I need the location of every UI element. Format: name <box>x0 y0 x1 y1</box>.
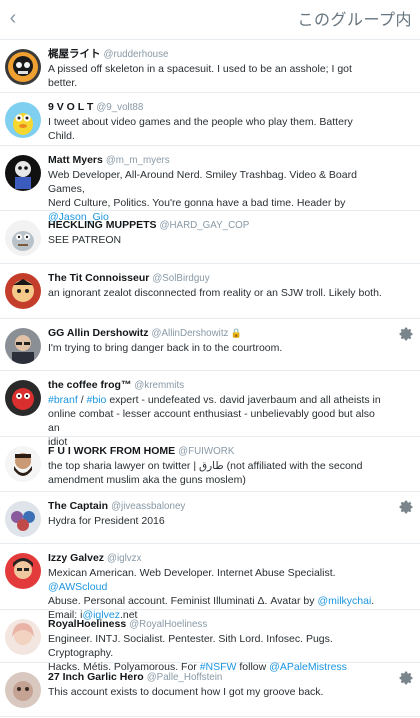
account-name[interactable]: F U I WORK FROM HOME <box>48 445 175 457</box>
account-name[interactable]: Matt Myers <box>48 154 103 166</box>
bio-line: Mexican American. Web Developer. Interne… <box>48 567 336 593</box>
account-handle[interactable]: @kremmits <box>134 380 184 391</box>
gear-icon[interactable] <box>398 670 414 686</box>
account-handle[interactable]: @AllinDershowitz <box>152 328 229 339</box>
bio-line: Abuse. Personal account. Feminist Illumi… <box>48 595 375 607</box>
account-bio: an ignorant zealot disconnected from rea… <box>48 286 382 300</box>
bio-line: #branf / #bio expert - undefeated vs. da… <box>48 394 381 406</box>
bio-line: I tweet about video games and the people… <box>48 116 353 142</box>
account-bio: SEE PATREON <box>48 233 382 247</box>
bio-link[interactable]: #branf <box>48 394 78 406</box>
list-item-solbirdguy[interactable]: The Tit Connoisseur @SolBirdguy an ignora… <box>0 264 420 319</box>
account-bio: the top sharia lawyer on twitter | طارق … <box>48 459 382 487</box>
avatar[interactable] <box>5 446 41 482</box>
list-item-m-m-myers[interactable]: Matt Myers @m_m_myers Web Developer, All-… <box>0 146 420 223</box>
list-item-allindershowitz[interactable]: GG Allin Dershowitz @AllinDershowitz 🔒 I'm… <box>0 319 420 371</box>
account-handle[interactable]: @FUIWORK <box>178 446 234 457</box>
list-item-fuiwork[interactable]: F U I WORK FROM HOME @FUIWORK the top sha… <box>0 437 420 492</box>
list-item-kremmits[interactable]: the coffee frog™ @kremmits #branf / #bio … <box>0 371 420 448</box>
bio-line: This account exists to document how I go… <box>48 686 324 698</box>
avatar[interactable] <box>5 672 41 708</box>
account-bio: I tweet about video games and the people… <box>48 115 382 143</box>
bio-line: Nerd Culture, Politics. You're gonna hav… <box>48 197 346 209</box>
avatar[interactable] <box>5 380 41 416</box>
bio-line: Engineer. INTJ. Socialist. Pentester. Si… <box>48 633 333 659</box>
header: ‹ このグループ内 <box>0 0 420 40</box>
list-item-jiveassbaloney[interactable]: The Captain @jiveassbaloney Hydra for Pre… <box>0 492 420 544</box>
bio-line: Web Developer, All-Around Nerd. Smiley T… <box>48 169 357 195</box>
account-name[interactable]: The Captain <box>48 500 108 512</box>
page-title: このグループ内 <box>297 12 412 29</box>
account-handle[interactable]: @iglvzx <box>107 553 141 564</box>
account-name[interactable]: Izzy Galvez <box>48 552 104 564</box>
gear-icon[interactable] <box>398 499 414 515</box>
gear-icon[interactable] <box>398 326 414 342</box>
avatar[interactable] <box>5 501 41 537</box>
account-handle[interactable]: @SolBirdguy <box>152 273 209 284</box>
account-handle[interactable]: @HARD_GAY_COP <box>160 220 250 231</box>
bio-link[interactable]: #bio <box>87 394 107 406</box>
list-item-iglvzx[interactable]: Izzy Galvez @iglvzx Mexican American. Web… <box>0 544 420 621</box>
bio-line: online combat - lesser account enthusias… <box>48 408 375 434</box>
account-name[interactable]: GG Allin Dershowitz <box>48 327 149 339</box>
bio-link[interactable]: @milkychai <box>317 595 371 607</box>
account-handle[interactable]: @rudderhouse <box>104 49 169 60</box>
avatar[interactable] <box>5 553 41 589</box>
avatar[interactable] <box>5 49 41 85</box>
account-bio: Hydra for President 2016 <box>48 514 382 528</box>
lock-icon: 🔒 <box>230 328 242 338</box>
account-name[interactable]: The Tit Connoisseur <box>48 272 149 284</box>
account-handle[interactable]: @Palle_Hoffstein <box>147 672 223 683</box>
list-item-rudderhouse[interactable]: 梶屋ライト @rudderhouse A pissed off skeleton … <box>0 40 420 93</box>
account-bio: I'm trying to bring danger back in to th… <box>48 341 382 355</box>
account-name[interactable]: RoyalHoeliness <box>48 618 126 630</box>
bio-line: an ignorant zealot disconnected from rea… <box>48 287 382 299</box>
list-item-royalhoeliness[interactable]: RoyalHoeliness @RoyalHoeliness Engineer. … <box>0 610 420 673</box>
account-bio: This account exists to document how I go… <box>48 685 382 699</box>
avatar[interactable] <box>5 155 41 191</box>
account-name[interactable]: 梶屋ライト <box>48 48 101 60</box>
avatar[interactable] <box>5 220 41 256</box>
avatar[interactable] <box>5 328 41 364</box>
list-item-palle-hoffstein[interactable]: 27 Inch Garlic Hero @Palle_Hoffstein This… <box>0 663 420 717</box>
list-item-hard-gay-cop[interactable]: HECKLING MUPPETS @HARD_GAY_COP SEE PATREO… <box>0 211 420 264</box>
account-name[interactable]: 27 Inch Garlic Hero <box>48 671 144 683</box>
bio-line: SEE PATREON <box>48 234 122 246</box>
account-handle[interactable]: @9_volt88 <box>96 102 143 113</box>
account-handle[interactable]: @jiveassbaloney <box>111 501 185 512</box>
account-bio: A pissed off skeleton in a spacesuit. I … <box>48 62 382 90</box>
avatar[interactable] <box>5 102 41 138</box>
avatar[interactable] <box>5 619 41 655</box>
account-name[interactable]: the coffee frog™ <box>48 379 131 391</box>
account-name[interactable]: 9 V O L T <box>48 101 93 113</box>
list-item-9volt[interactable]: 9 V O L T @9_volt88 I tweet about video g… <box>0 93 420 146</box>
bio-link[interactable]: @AWScloud <box>48 581 107 593</box>
avatar[interactable] <box>5 273 41 309</box>
account-name[interactable]: HECKLING MUPPETS <box>48 219 157 231</box>
account-handle[interactable]: @RoyalHoeliness <box>129 619 207 630</box>
bio-line: amendment muslim aka the guns moslem) <box>48 474 246 486</box>
account-handle[interactable]: @m_m_myers <box>106 155 170 166</box>
bio-line: Hydra for President 2016 <box>48 515 165 527</box>
bio-line: I'm trying to bring danger back in to th… <box>48 342 283 354</box>
bio-line: A pissed off skeleton in a spacesuit. I … <box>48 63 352 89</box>
account-list: 梶屋ライト @rudderhouse A pissed off skeleton … <box>0 40 420 717</box>
bio-line: the top sharia lawyer on twitter | طارق … <box>48 460 363 472</box>
